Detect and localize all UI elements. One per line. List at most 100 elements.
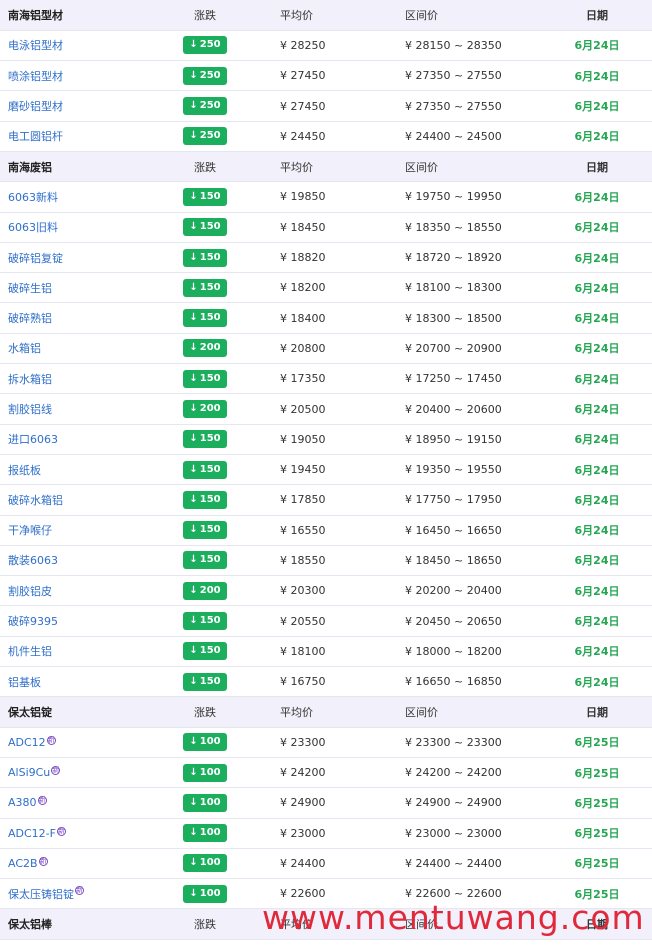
product-name-cell[interactable]: 破碎铝复锭	[0, 242, 150, 274]
change-cell: ↓ 250	[150, 121, 260, 152]
average-price: ¥ 18100	[260, 636, 375, 668]
product-name-cell[interactable]: AlSi9Cu 新	[0, 757, 150, 789]
product-name-link[interactable]: 磨砂铝型材	[8, 100, 63, 113]
product-name-cell[interactable]: 破碎9395	[0, 605, 150, 637]
product-name-cell[interactable]: 割胶铝线	[0, 393, 150, 425]
average-price: ¥ 20300	[260, 575, 375, 607]
product-name-link[interactable]: 喷涂铝型材	[8, 70, 63, 83]
price-date: 6月24日	[542, 515, 652, 546]
arrow-down-icon: ↓	[189, 857, 198, 869]
product-name-link[interactable]: 破碎熟铝	[8, 312, 52, 325]
product-name-link[interactable]: 破碎9395	[8, 615, 58, 628]
change-badge: ↓ 200	[183, 581, 227, 600]
change-badge: ↓ 100	[183, 884, 227, 903]
column-header-avg: 平均价	[260, 0, 375, 31]
product-name-link[interactable]: 电泳铝型材	[8, 39, 63, 52]
product-name-link[interactable]: ADC12	[8, 736, 46, 749]
product-name-link[interactable]: 保太压铸铝锭	[8, 888, 74, 901]
change-value: 100	[199, 887, 221, 899]
product-name-link[interactable]: 拆水箱铝	[8, 373, 52, 386]
product-name-cell[interactable]: 机件生铝	[0, 636, 150, 668]
product-name-cell[interactable]: 破碎熟铝	[0, 302, 150, 334]
product-name-cell[interactable]: 报纸板	[0, 454, 150, 486]
change-cell: ↓ 250	[150, 30, 260, 62]
section-header: 南海废铝 涨跌 平均价 区间价 日期	[0, 151, 652, 183]
column-header-change: 涨跌	[150, 0, 260, 31]
product-name-link[interactable]: A380	[8, 796, 37, 809]
product-name-cell[interactable]: 6063新料	[0, 181, 150, 213]
product-name-link[interactable]: 散装6063	[8, 554, 58, 567]
change-badge: ↓ 150	[183, 460, 227, 479]
table-row: 割胶铝线 ↓ 200 ¥ 20500 ¥ 20400 ~ 20600 6月24日	[0, 393, 652, 425]
product-name-link[interactable]: 机件生铝	[8, 645, 52, 658]
product-name-cell[interactable]: 铝基板	[0, 666, 150, 698]
product-name-link[interactable]: 破碎铝复锭	[8, 252, 63, 265]
price-table-body: 南海铝型材 涨跌 平均价 区间价 日期 电泳铝型材 ↓ 250 ¥ 28250 ¥ 28150 ~…	[0, 0, 652, 940]
product-name-cell[interactable]: 割胶铝皮	[0, 575, 150, 607]
table-row: 水箱铝 ↓ 200 ¥ 20800 ¥ 20700 ~ 20900 6月24日	[0, 333, 652, 365]
column-header-range: 区间价	[375, 151, 542, 183]
product-name-link[interactable]: 铝基板	[8, 676, 41, 689]
change-cell: ↓ 200	[150, 393, 260, 425]
table-row: 割胶铝皮 ↓ 200 ¥ 20300 ¥ 20200 ~ 20400 6月24日	[0, 575, 652, 607]
product-name-link[interactable]: 6063新料	[8, 191, 58, 204]
change-cell: ↓ 150	[150, 242, 260, 274]
product-name-cell[interactable]: 保太压铸铝锭新	[0, 878, 150, 910]
price-date: 6月24日	[542, 212, 652, 243]
product-name-link[interactable]: 干净喉仔	[8, 524, 52, 537]
product-name-link[interactable]: 破碎生铝	[8, 282, 52, 295]
average-price: ¥ 23000	[260, 818, 375, 849]
product-name-link[interactable]: 破碎水箱铝	[8, 494, 63, 507]
average-price: ¥ 20500	[260, 393, 375, 425]
arrow-down-icon: ↓	[189, 675, 198, 687]
product-name-cell[interactable]: AC2B 新	[0, 848, 150, 880]
change-value: 150	[199, 251, 221, 263]
product-name-link[interactable]: AlSi9Cu	[8, 766, 50, 779]
table-row: 磨砂铝型材 ↓ 250 ¥ 27450 ¥ 27350 ~ 27550 6月24日	[0, 90, 652, 122]
arrow-down-icon: ↓	[189, 39, 198, 51]
change-cell: ↓ 150	[150, 636, 260, 668]
product-name-cell[interactable]: ADC12-F 新	[0, 818, 150, 849]
product-name-cell[interactable]: 电泳铝型材	[0, 30, 150, 62]
product-name-link[interactable]: ADC12-F	[8, 827, 56, 840]
change-badge: ↓ 150	[183, 642, 227, 661]
product-name-link[interactable]: 水箱铝	[8, 342, 41, 355]
average-price: ¥ 20800	[260, 333, 375, 365]
change-value: 150	[199, 554, 221, 566]
product-name-link[interactable]: AC2B	[8, 857, 38, 870]
price-table: 南海铝型材 涨跌 平均价 区间价 日期 电泳铝型材 ↓ 250 ¥ 28250 ¥ 28150 ~…	[0, 0, 652, 940]
product-name-cell[interactable]: 进口6063	[0, 424, 150, 455]
product-name-link[interactable]: 割胶铝线	[8, 403, 52, 416]
product-name-cell[interactable]: A380 新	[0, 787, 150, 819]
product-name-cell[interactable]: 磨砂铝型材	[0, 90, 150, 122]
product-name-cell[interactable]: 拆水箱铝	[0, 363, 150, 395]
product-name-cell[interactable]: 破碎生铝	[0, 272, 150, 304]
column-header-avg: 平均价	[260, 151, 375, 183]
section-title: 南海铝型材	[0, 0, 150, 31]
product-name-link[interactable]: 6063旧料	[8, 221, 58, 234]
table-row: 破碎生铝 ↓ 150 ¥ 18200 ¥ 18100 ~ 18300 6月24日	[0, 272, 652, 304]
product-name-cell[interactable]: 水箱铝	[0, 333, 150, 365]
change-badge: ↓ 250	[183, 66, 227, 85]
product-name-link[interactable]: 报纸板	[8, 464, 41, 477]
arrow-down-icon: ↓	[189, 281, 198, 293]
product-name-cell[interactable]: ADC12 新	[0, 727, 150, 758]
table-row: 铝基板 ↓ 150 ¥ 16750 ¥ 16650 ~ 16850 6月24日	[0, 666, 652, 698]
product-name-cell[interactable]: 散装6063	[0, 545, 150, 577]
product-name-link[interactable]: 进口6063	[8, 433, 58, 446]
product-name-cell[interactable]: 干净喉仔	[0, 515, 150, 546]
price-range: ¥ 24400 ~ 24500	[375, 121, 542, 152]
arrow-down-icon: ↓	[189, 312, 198, 324]
product-name-link[interactable]: 割胶铝皮	[8, 585, 52, 598]
product-name-link[interactable]: 电工圆铝杆	[8, 130, 63, 143]
table-row: 进口6063 ↓ 150 ¥ 19050 ¥ 18950 ~ 19150 6月24日	[0, 424, 652, 455]
product-name-cell[interactable]: 破碎水箱铝	[0, 484, 150, 516]
product-name-cell[interactable]: 电工圆铝杆	[0, 121, 150, 152]
product-name-cell[interactable]: 喷涂铝型材	[0, 60, 150, 92]
change-value: 250	[199, 69, 221, 81]
product-name-cell[interactable]: 6063旧料	[0, 212, 150, 243]
change-cell: ↓ 100	[150, 848, 260, 880]
table-row: ADC12-F 新 ↓ 100 ¥ 23000 ¥ 23000 ~ 23000 6月25日	[0, 818, 652, 849]
price-date: 6月24日	[542, 575, 652, 607]
column-header-avg: 平均价	[260, 696, 375, 728]
